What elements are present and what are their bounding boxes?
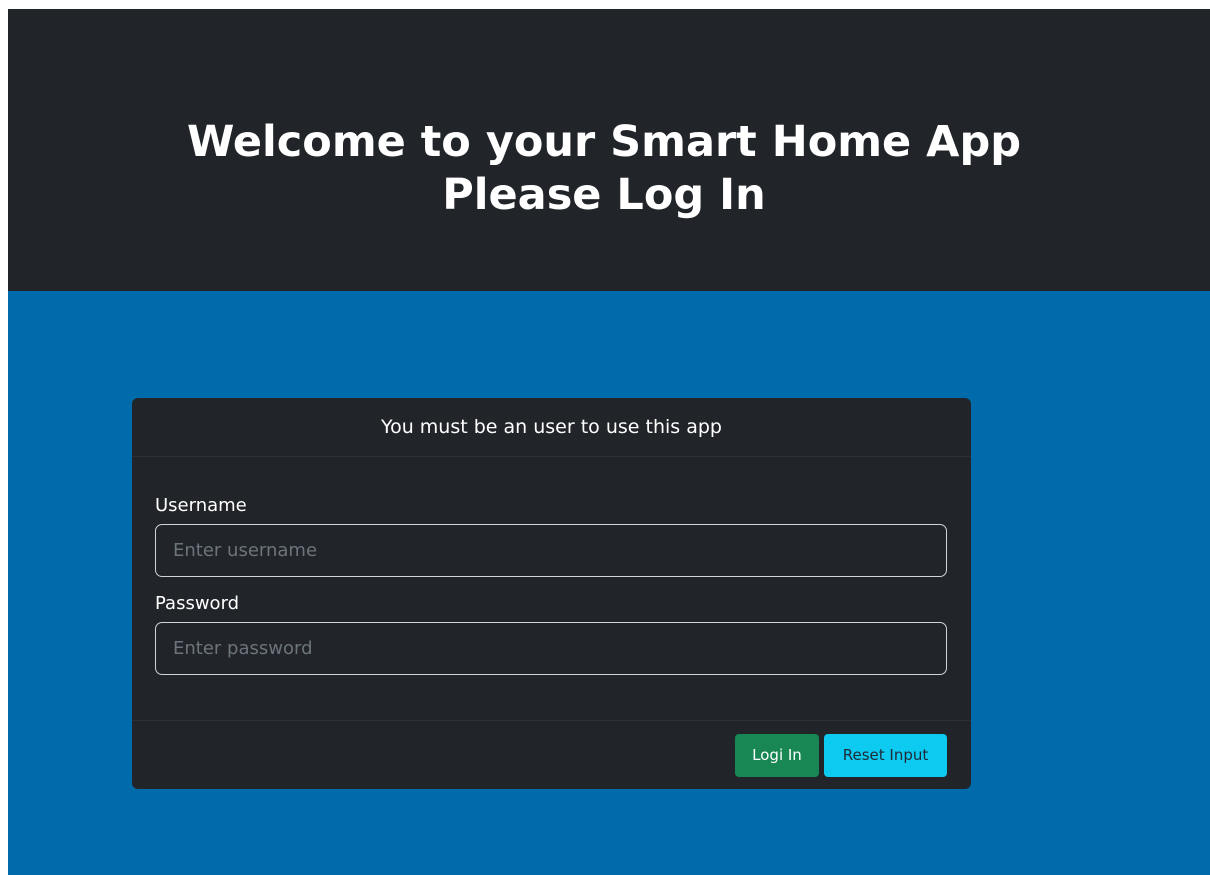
password-input[interactable] <box>155 622 947 675</box>
page-header: Welcome to your Smart Home App Please Lo… <box>8 9 1210 291</box>
page-title: Welcome to your Smart Home App Please Lo… <box>8 116 1200 222</box>
login-card: You must be an user to use this app User… <box>132 398 971 789</box>
username-input[interactable] <box>155 524 947 577</box>
title-line-login-prompt: Please Log In <box>442 169 766 220</box>
app-page: Welcome to your Smart Home App Please Lo… <box>8 9 1210 875</box>
reset-input-button[interactable]: Reset Input <box>824 734 947 777</box>
login-button[interactable]: Logi In <box>735 734 819 777</box>
title-line-welcome: Welcome to your Smart Home App <box>186 116 1022 167</box>
login-card-footer: Logi In Reset Input <box>132 720 971 790</box>
password-label: Password <box>155 593 240 614</box>
login-card-header: You must be an user to use this app <box>132 398 971 457</box>
username-label: Username <box>155 495 247 516</box>
